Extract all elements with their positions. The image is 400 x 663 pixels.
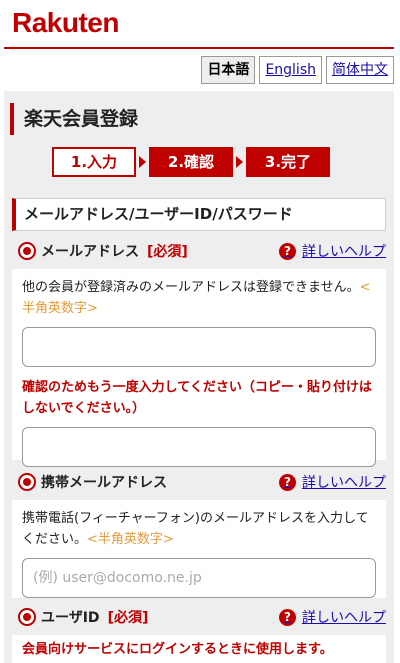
question-icon: ? [279,242,296,260]
header-divider [4,47,394,49]
mobile-email-description: 携帯電話(フィーチャーフォン)のメールアドレスを入力してください。<半角英数字> [22,508,376,550]
rakuten-logo[interactable]: Rakuten [12,7,119,39]
mobile-email-label: 携帯メールアドレス [41,475,167,491]
step-confirm: 2.確認 [149,147,233,177]
mobile-email-description-text: 携帯電話(フィーチャーフォン)のメールアドレスを入力してください。 [22,511,369,547]
step-arrow-icon [139,156,146,168]
language-switcher: 日本語 English 简体中文 [201,56,394,84]
mobile-email-hint: <半角英数字> [87,532,174,547]
mobile-email-input[interactable] [22,558,376,598]
help-link-label: 詳しいヘルプ [302,475,386,491]
mobile-email-field-header: 携帯メールアドレス ? 詳しいヘルプ [12,466,386,498]
email-field-header: メールアドレス [必須] ? 詳しいヘルプ [12,235,386,267]
step-complete: 3.完了 [246,147,330,177]
lang-chinese-link[interactable]: 简体中文 [326,56,394,84]
user-id-description: 会員向けサービスにログインするときに使用します。 [22,642,333,657]
email-confirm-input[interactable] [22,427,376,467]
question-icon: ? [279,608,296,626]
email-label: メールアドレス [41,244,139,260]
step-indicator: 1.入力 2.確認 3.完了 [52,147,330,177]
email-description: 他の会員が登録済みのメールアドレスは登録できません。<半角英数字> [22,277,376,319]
user-id-help-link[interactable]: ? 詳しいヘルプ [279,607,386,627]
required-badge: [必須] [107,610,149,626]
bullet-icon [18,608,36,626]
lang-japanese-button[interactable]: 日本語 [201,56,256,84]
email-description-text: 他の会員が登録済みのメールアドレスは登録できません。 [22,280,360,295]
email-confirm-warning: 確認のためもう一度入力してください（コピー・貼り付けはしないでください。） [22,380,372,416]
bullet-icon [18,473,36,491]
email-help-link[interactable]: ? 詳しいヘルプ [279,241,386,261]
email-field-body: 他の会員が登録済みのメールアドレスは登録できません。<半角英数字> 確認のためも… [12,269,386,467]
step-input: 1.入力 [52,147,136,177]
required-badge: [必須] [147,244,188,260]
question-icon: ? [279,473,296,491]
email-input[interactable] [22,327,376,367]
bullet-icon [18,242,36,260]
step-arrow-icon [236,156,243,168]
user-id-label: ユーザID [41,610,100,626]
user-id-field-body: 会員向けサービスにログインするときに使用します。 [12,635,386,663]
help-link-label: 詳しいヘルプ [302,244,386,260]
lang-english-link[interactable]: English [259,56,322,84]
mobile-email-field-body: 携帯電話(フィーチャーフォン)のメールアドレスを入力してください。<半角英数字> [12,500,386,598]
user-id-field-header: ユーザID [必須] ? 詳しいヘルプ [12,601,386,633]
section-heading: メールアドレス/ユーザーID/パスワード [12,198,386,231]
mobile-email-help-link[interactable]: ? 詳しいヘルプ [279,472,386,492]
help-link-label: 詳しいヘルプ [302,610,386,626]
page-title: 楽天会員登録 [10,103,138,135]
